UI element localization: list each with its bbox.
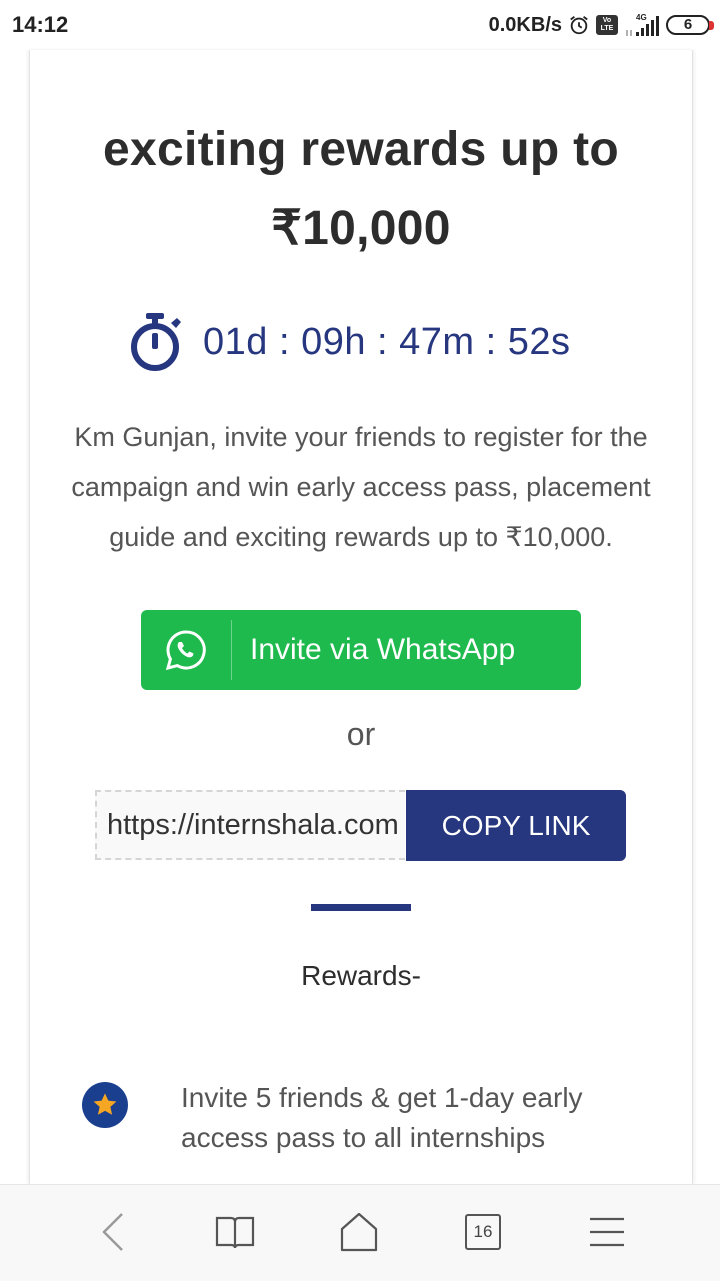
home-icon — [340, 1212, 378, 1252]
referral-card: exciting rewards up to ₹10,000 01d : 09h… — [29, 50, 693, 1184]
rewards-heading: Rewards- — [301, 960, 421, 991]
or-separator: or — [346, 716, 376, 752]
browser-bottom-nav: 16 — [0, 1184, 720, 1281]
countdown-timer: 01d : 09h : 47m : 52s — [127, 310, 571, 374]
network-speed: 0.0KB/s — [488, 13, 562, 36]
star-badge-icon — [82, 1082, 128, 1128]
menu-button[interactable] — [582, 1209, 632, 1255]
star-icon — [93, 1093, 117, 1115]
tabs-button[interactable]: 16 — [458, 1209, 508, 1255]
headline-line-2: ₹10,000 — [271, 202, 451, 255]
back-button[interactable] — [88, 1209, 138, 1255]
countdown-value: 01d : 09h : 47m : 52s — [203, 320, 571, 363]
whatsapp-icon — [165, 630, 206, 671]
status-bar: 14:12 0.0KB/s Vo LTE 4G 6 — [0, 0, 720, 50]
hamburger-menu-icon — [590, 1217, 624, 1247]
book-icon — [215, 1216, 255, 1249]
back-arrow-icon — [102, 1213, 123, 1251]
whatsapp-button-label: Invite via WhatsApp — [250, 633, 516, 666]
alarm-clock-icon — [570, 16, 588, 35]
referral-link-field[interactable]: https://internshala.com — [95, 790, 405, 860]
volte-icon: Vo LTE — [596, 15, 618, 35]
copy-link-button[interactable]: COPY LINK — [406, 790, 626, 861]
battery-icon: 6 — [666, 15, 714, 35]
reward-item-text: Invite 5 friends & get 1-day early acces… — [181, 1082, 583, 1153]
bookmarks-button[interactable] — [210, 1209, 260, 1255]
tabs-count: 16 — [465, 1214, 501, 1250]
signal-strength-icon: 4G — [626, 13, 659, 36]
headline-line-1: exciting rewards up to — [102, 123, 620, 176]
invite-whatsapp-button[interactable]: Invite via WhatsApp — [141, 610, 581, 690]
home-button[interactable] — [334, 1209, 384, 1255]
whatsapp-icon-wrap — [141, 620, 232, 680]
status-time: 14:12 — [12, 12, 69, 37]
status-icons: 0.0KB/s Vo LTE 4G 6 — [488, 10, 714, 40]
stopwatch-icon — [131, 313, 181, 371]
network-type-label: 4G — [636, 13, 647, 22]
section-divider — [311, 904, 411, 911]
invite-description: Km Gunjan, invite your friends to regist… — [71, 422, 651, 552]
